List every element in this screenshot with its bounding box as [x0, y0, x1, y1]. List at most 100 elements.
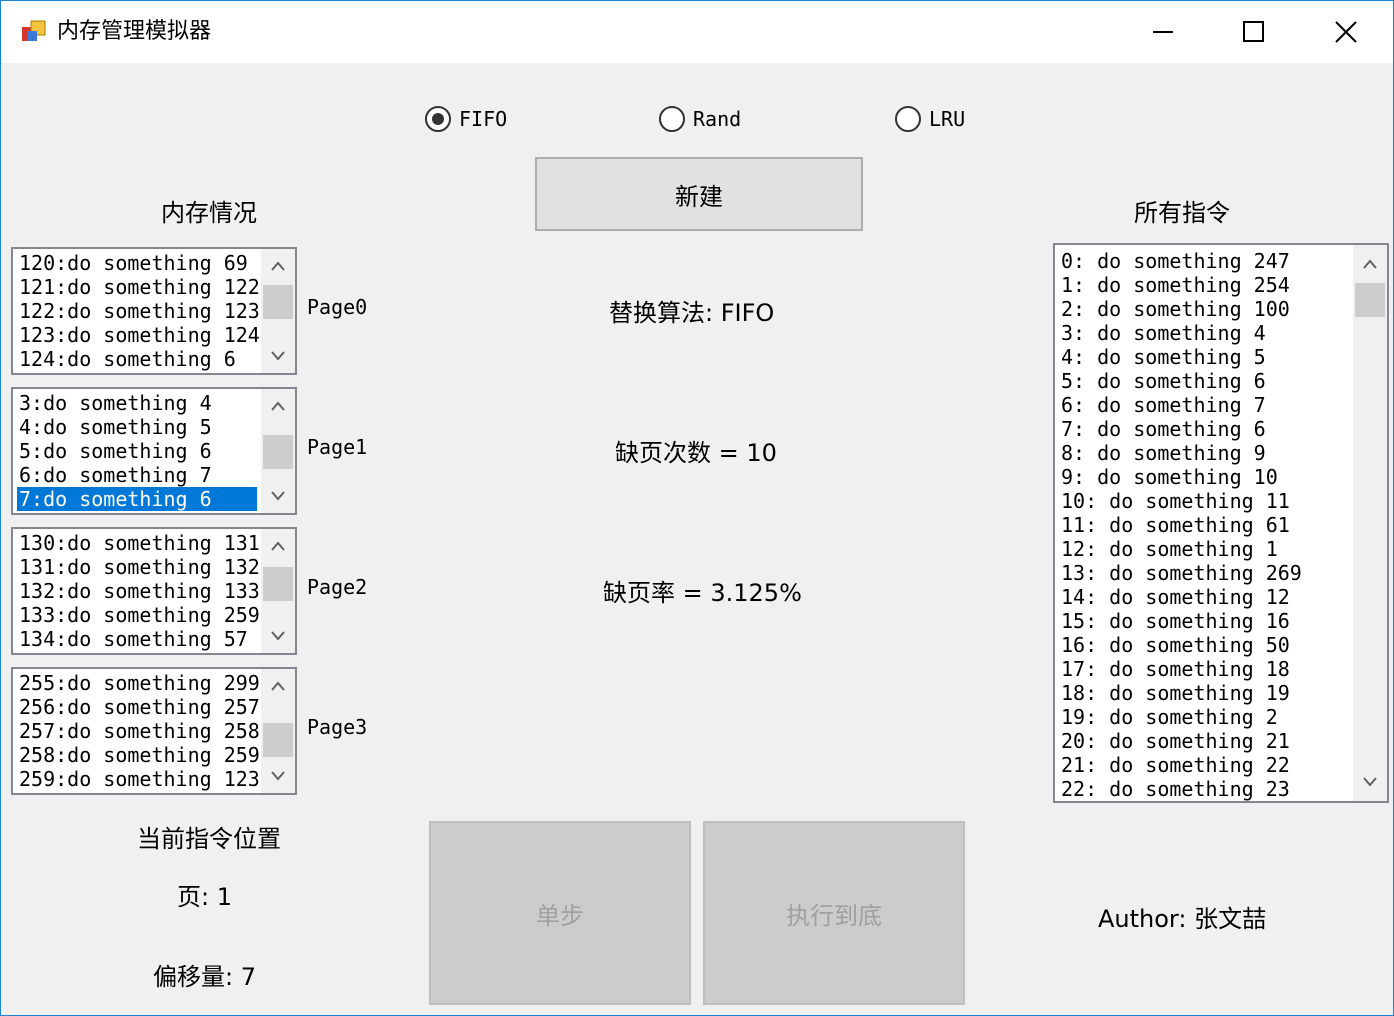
- algorithm-status: 替换算法: FIFO: [609, 299, 775, 327]
- list-item[interactable]: 10: do something 11: [1059, 489, 1349, 513]
- scroll-thumb[interactable]: [263, 285, 293, 319]
- list-item[interactable]: 4:do something 5: [17, 415, 257, 439]
- new-button[interactable]: 新建: [535, 157, 863, 231]
- page1-label: Page1: [307, 435, 368, 459]
- list-item[interactable]: 0: do something 247: [1059, 249, 1349, 273]
- close-button[interactable]: [1300, 1, 1392, 63]
- list-item[interactable]: 17: do something 18: [1059, 657, 1349, 681]
- list-item[interactable]: 6:do something 7: [17, 463, 257, 487]
- list-item[interactable]: 18: do something 19: [1059, 681, 1349, 705]
- page1-scrollbar[interactable]: [261, 389, 295, 513]
- list-item[interactable]: 7:do something 6: [17, 487, 257, 511]
- list-item[interactable]: 14: do something 12: [1059, 585, 1349, 609]
- list-item[interactable]: 120:do something 69: [17, 251, 257, 275]
- chevron-down-icon: [271, 351, 285, 361]
- scroll-down-button[interactable]: [261, 481, 295, 511]
- list-item[interactable]: 134:do something 57: [17, 627, 257, 651]
- run-to-end-button[interactable]: 执行到底: [703, 821, 965, 1005]
- list-item[interactable]: 259:do something 123: [17, 767, 260, 791]
- list-item[interactable]: 130:do something 131: [17, 531, 260, 555]
- author-label: Author: 张文喆: [1098, 905, 1267, 933]
- list-item[interactable]: 1: do something 254: [1059, 273, 1349, 297]
- page3-scrollbar[interactable]: [261, 669, 295, 793]
- list-item[interactable]: 9: do something 10: [1059, 465, 1349, 489]
- scroll-thumb[interactable]: [263, 567, 293, 601]
- scroll-up-button[interactable]: [261, 671, 295, 701]
- list-item[interactable]: 2: do something 100: [1059, 297, 1349, 321]
- scroll-up-button[interactable]: [1353, 249, 1387, 279]
- list-item[interactable]: 3: do something 4: [1059, 321, 1349, 345]
- radio-fifo[interactable]: FIFO: [425, 104, 507, 134]
- list-item[interactable]: 133:do something 259: [17, 603, 260, 627]
- maximize-button[interactable]: [1208, 1, 1300, 63]
- list-item[interactable]: 22: do something 23: [1059, 777, 1349, 801]
- list-item[interactable]: 15: do something 16: [1059, 609, 1349, 633]
- scroll-up-button[interactable]: [261, 251, 295, 281]
- scroll-up-button[interactable]: [261, 531, 295, 561]
- scroll-down-button[interactable]: [1353, 767, 1387, 797]
- list-item[interactable]: 21: do something 22: [1059, 753, 1349, 777]
- radio-rand-indicator[interactable]: [659, 106, 685, 132]
- list-item[interactable]: 8: do something 9: [1059, 441, 1349, 465]
- scroll-up-button[interactable]: [261, 391, 295, 421]
- chevron-up-icon: [1363, 259, 1377, 269]
- page0-listbox[interactable]: 120:do something 69 121:do something 122 1…: [11, 247, 297, 375]
- title-bar: 内存管理模拟器: [1, 1, 1393, 63]
- page2-scrollbar[interactable]: [261, 529, 295, 653]
- app-window: 内存管理模拟器 FIFO Rand LRU 新建 内存情况 所有指令 120:d…: [0, 0, 1394, 1016]
- instructions-listbox[interactable]: 0: do something 247 1: do something 254 2:…: [1053, 243, 1389, 803]
- window-title: 内存管理模拟器: [57, 19, 212, 44]
- page2-label: Page2: [307, 575, 368, 599]
- list-item[interactable]: 256:do something 257: [17, 695, 260, 719]
- page0-scrollbar[interactable]: [261, 249, 295, 373]
- page1-listbox[interactable]: 3:do something 4 4:do something 5 5:do som…: [11, 387, 297, 515]
- radio-lru[interactable]: LRU: [895, 104, 965, 134]
- scroll-down-button[interactable]: [261, 621, 295, 651]
- list-item[interactable]: 131:do something 132: [17, 555, 260, 579]
- list-item[interactable]: 3:do something 4: [17, 391, 257, 415]
- minimize-button[interactable]: [1117, 1, 1209, 63]
- list-item[interactable]: 12: do something 1: [1059, 537, 1349, 561]
- list-item[interactable]: 19: do something 2: [1059, 705, 1349, 729]
- list-item[interactable]: 123:do something 124: [17, 323, 260, 347]
- current-page: 页: 1: [177, 883, 232, 911]
- scroll-down-button[interactable]: [261, 341, 295, 371]
- position-heading: 当前指令位置: [137, 825, 281, 853]
- app-icon: [22, 20, 46, 41]
- instructions-scrollbar[interactable]: [1353, 245, 1387, 801]
- list-item[interactable]: 6: do something 7: [1059, 393, 1349, 417]
- list-item[interactable]: 132:do something 133: [17, 579, 260, 603]
- page3-label: Page3: [307, 715, 368, 739]
- close-icon: [1335, 21, 1357, 43]
- list-item[interactable]: 122:do something 123: [17, 299, 260, 323]
- list-item[interactable]: 124:do something 6: [17, 347, 257, 371]
- list-item[interactable]: 5: do something 6: [1059, 369, 1349, 393]
- scroll-thumb[interactable]: [1355, 283, 1385, 317]
- list-item[interactable]: 4: do something 5: [1059, 345, 1349, 369]
- chevron-up-icon: [271, 681, 285, 691]
- scroll-thumb[interactable]: [263, 723, 293, 757]
- page0-label: Page0: [307, 295, 368, 319]
- fault-rate-status: 缺页率 = 3.125%: [603, 579, 802, 607]
- page1-items: 3:do something 4 4:do something 5 5:do som…: [17, 391, 257, 511]
- page3-listbox[interactable]: 255:do something 299 256:do something 257…: [11, 667, 297, 795]
- list-item[interactable]: 20: do something 21: [1059, 729, 1349, 753]
- radio-lru-indicator[interactable]: [895, 106, 921, 132]
- radio-rand[interactable]: Rand: [659, 104, 741, 134]
- step-button[interactable]: 单步: [429, 821, 691, 1005]
- page2-listbox[interactable]: 130:do something 131 131:do something 132…: [11, 527, 297, 655]
- list-item[interactable]: 13: do something 269: [1059, 561, 1349, 585]
- list-item[interactable]: 257:do something 258: [17, 719, 260, 743]
- list-item[interactable]: 7: do something 6: [1059, 417, 1349, 441]
- scroll-thumb[interactable]: [263, 435, 293, 469]
- list-item[interactable]: 16: do something 50: [1059, 633, 1349, 657]
- radio-fifo-indicator[interactable]: [425, 106, 451, 132]
- list-item[interactable]: 5:do something 6: [17, 439, 257, 463]
- list-item[interactable]: 121:do something 122: [17, 275, 260, 299]
- list-item[interactable]: 255:do something 299: [17, 671, 260, 695]
- list-item[interactable]: 258:do something 259: [17, 743, 260, 767]
- scroll-down-button[interactable]: [261, 761, 295, 791]
- chevron-down-icon: [271, 631, 285, 641]
- list-item[interactable]: 11: do something 61: [1059, 513, 1349, 537]
- chevron-down-icon: [271, 491, 285, 501]
